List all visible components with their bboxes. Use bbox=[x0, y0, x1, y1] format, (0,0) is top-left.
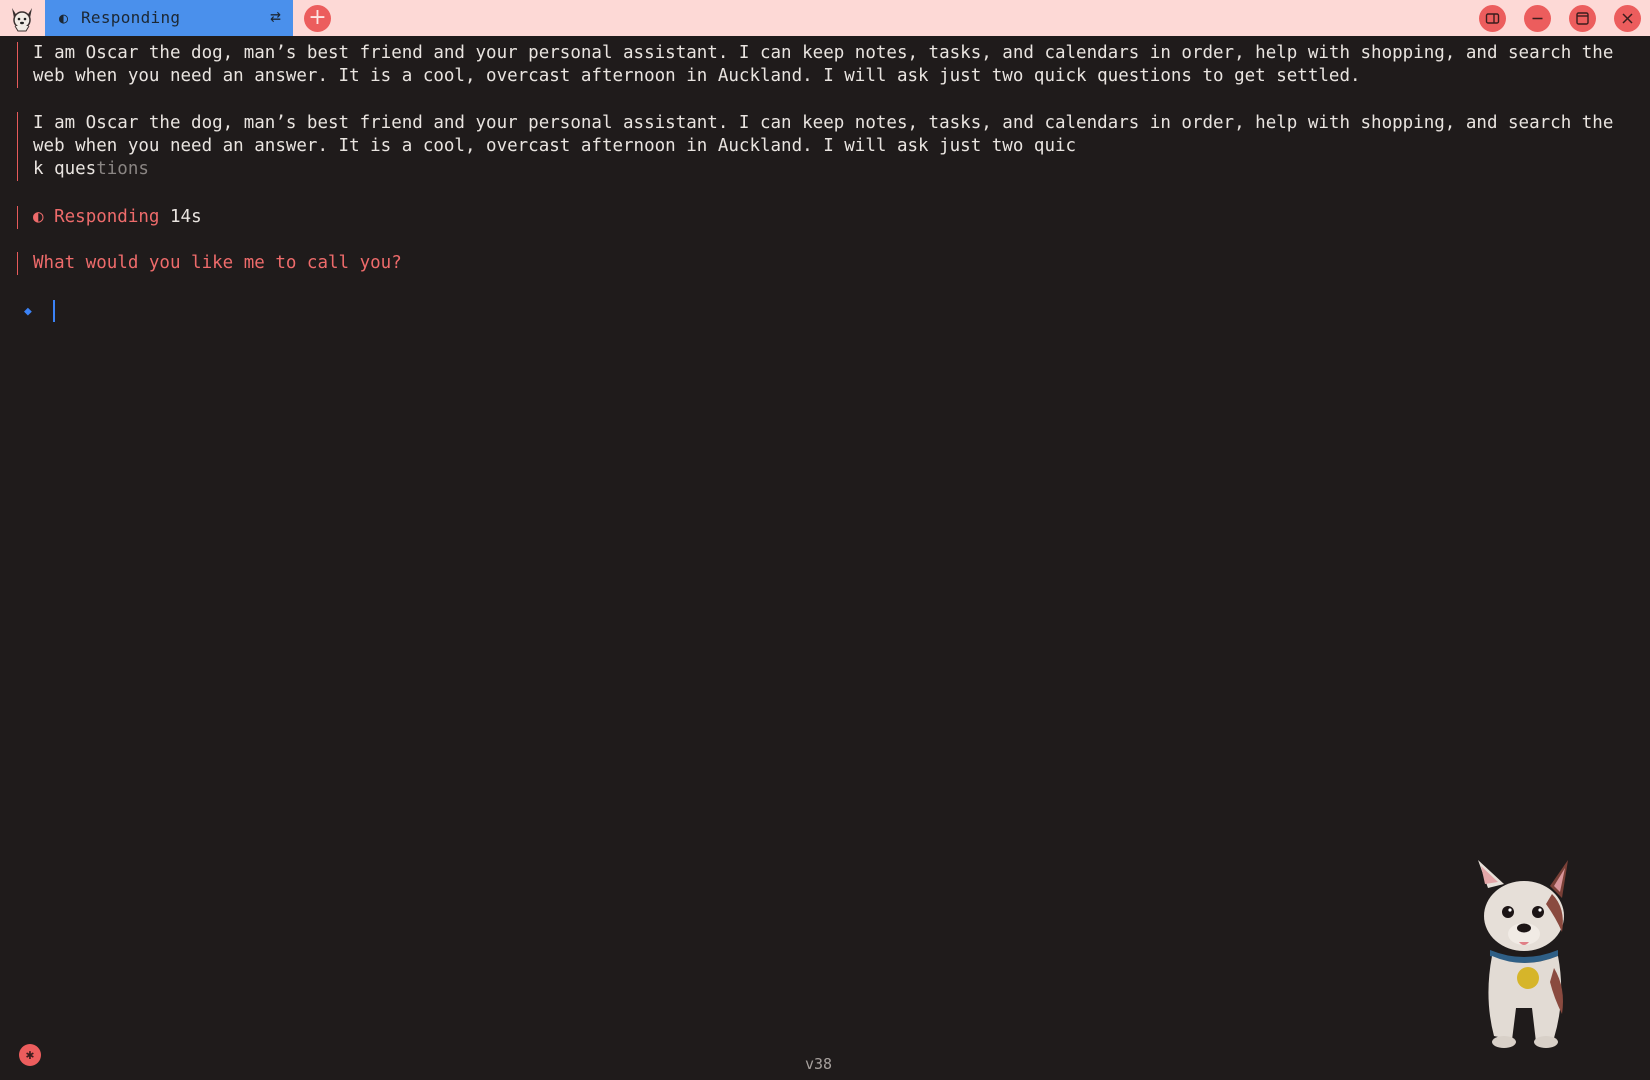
dog-mascot-image bbox=[1470, 858, 1580, 1050]
swap-icon[interactable]: ⇄ bbox=[270, 6, 281, 27]
version-label: v38 bbox=[805, 1055, 833, 1073]
dog-logo-icon bbox=[8, 4, 36, 32]
assistant-message-streaming: I am Oscar the dog, man’s best friend an… bbox=[17, 112, 1643, 181]
maximize-button[interactable] bbox=[1569, 5, 1596, 32]
half-circle-icon: ◐ bbox=[33, 207, 44, 227]
status-elapsed: 14s bbox=[170, 207, 202, 227]
side-panel-icon bbox=[1485, 13, 1500, 24]
debug-button[interactable]: ✱ bbox=[19, 1044, 41, 1066]
assistant-message: I am Oscar the dog, man’s best friend an… bbox=[17, 42, 1643, 88]
close-button[interactable] bbox=[1614, 5, 1641, 32]
message-main: I am Oscar the dog, man’s best friend an… bbox=[33, 113, 1614, 156]
maximize-icon bbox=[1576, 12, 1589, 25]
conversation-area: I am Oscar the dog, man’s best friend an… bbox=[0, 36, 1650, 1080]
title-bar: ◐ Responding ⇄ + bbox=[0, 0, 1650, 36]
message-text: I am Oscar the dog, man’s best friend an… bbox=[33, 112, 1643, 181]
half-circle-icon: ◐ bbox=[59, 9, 69, 27]
minimize-button[interactable] bbox=[1524, 5, 1551, 32]
side-panel-button[interactable] bbox=[1479, 5, 1506, 32]
close-icon bbox=[1622, 13, 1633, 24]
text-input-cursor[interactable] bbox=[53, 300, 55, 322]
message-text: I am Oscar the dog, man’s best friend an… bbox=[33, 43, 1614, 86]
message-tail-streaming: tions bbox=[96, 159, 149, 179]
assistant-question: What would you like me to call you? bbox=[17, 252, 1643, 275]
status-line: ◐ Responding 14s bbox=[17, 206, 1643, 229]
question-text: What would you like me to call you? bbox=[33, 253, 402, 273]
status-label: Responding bbox=[54, 207, 160, 227]
message-tail: k ques bbox=[33, 159, 97, 179]
tab-label: Responding bbox=[81, 8, 181, 27]
plus-icon: + bbox=[308, 5, 327, 30]
bug-icon: ✱ bbox=[25, 1047, 35, 1063]
tab-responding[interactable]: ◐ Responding ⇄ bbox=[45, 0, 293, 36]
new-tab-button[interactable]: + bbox=[304, 5, 331, 32]
minimize-icon bbox=[1532, 17, 1543, 20]
diamond-icon: ◆ bbox=[24, 304, 32, 319]
